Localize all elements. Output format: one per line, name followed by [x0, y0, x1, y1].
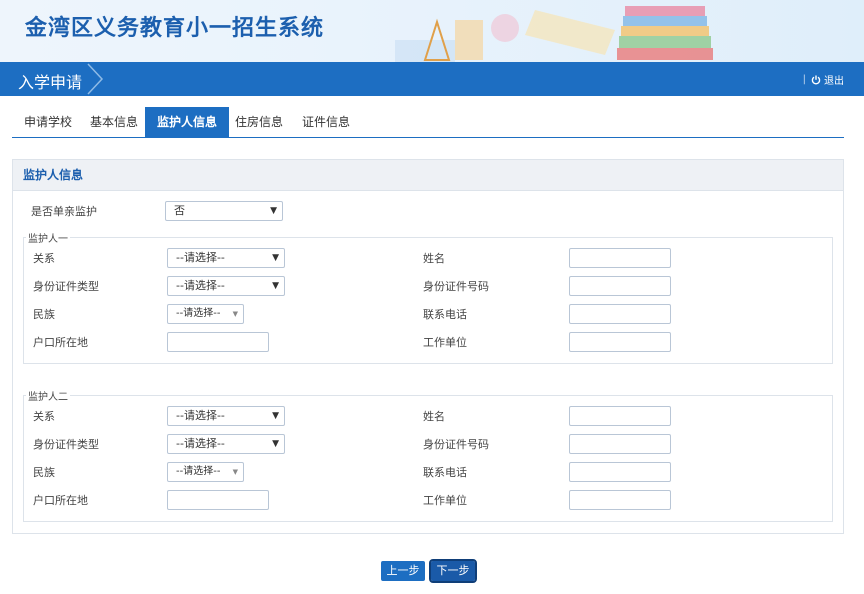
system-title: 金湾区义务教育小一招生系统 — [25, 16, 325, 41]
guardian1-idnumber-label: 身份证件号码 — [423, 280, 489, 293]
guardian2-relation-select[interactable]: --请选择-- ▼ — [167, 406, 285, 426]
banner-illustration — [395, 6, 713, 62]
guardian1-relation-value: --请选择-- — [176, 251, 225, 264]
logout-link[interactable]: | 退出 — [803, 72, 844, 87]
guardian2-relation-value: --请选择-- — [176, 409, 225, 422]
tab-bar: 申请学校 基本信息 监护人信息 住房信息 证件信息 — [12, 107, 844, 138]
guardian1-ethnicity-select[interactable]: --请选择-- ▼ — [167, 304, 244, 324]
chevron-down-icon: ▼ — [272, 253, 279, 263]
guardian2-phone-label: 联系电话 — [423, 466, 467, 479]
guardian2-employer-label: 工作单位 — [423, 494, 467, 507]
guardian2-idtype-select[interactable]: --请选择-- ▼ — [167, 434, 285, 454]
guardian2-ethnicity-label: 民族 — [33, 466, 55, 479]
guardian1-phone-label: 联系电话 — [423, 308, 467, 321]
logout-separator: | — [802, 74, 806, 85]
guardian2-legend: 监护人二 — [28, 392, 68, 403]
guardian1-employer-input[interactable] — [569, 332, 671, 352]
guardian2-relation-label: 关系 — [33, 410, 55, 423]
chevron-down-icon: ▼ — [272, 411, 279, 421]
guardian2-hukou-label: 户口所在地 — [33, 494, 88, 507]
panel-title: 监护人信息 — [13, 160, 843, 191]
guardian1-relation-label: 关系 — [33, 252, 55, 265]
guardian2-hukou-input[interactable] — [167, 490, 269, 510]
guardian2-name-label: 姓名 — [423, 410, 445, 423]
guardian1-idtype-value: --请选择-- — [176, 279, 225, 292]
tab-basic-info[interactable]: 基本信息 — [78, 107, 150, 137]
section-title: 入学申请 — [18, 73, 83, 92]
header-banner: 金湾区义务教育小一招生系统 — [0, 0, 864, 62]
chevron-down-icon: ▼ — [272, 281, 279, 291]
guardian1-hukou-label: 户口所在地 — [33, 336, 88, 349]
guardian1-legend: 监护人一 — [28, 234, 68, 245]
power-icon — [811, 75, 821, 84]
single-parent-value: 否 — [174, 204, 185, 217]
tab-guardian-info[interactable]: 监护人信息 — [145, 107, 230, 137]
guardian2-ethnicity-value: --请选择-- — [176, 466, 221, 477]
guardian-panel: 监护人信息 是否单亲监护 否 ▼ 监护人一 关系 --请选择-- ▼ 身份证件类… — [12, 159, 844, 534]
chevron-down-icon: ▼ — [232, 310, 238, 318]
guardian1-relation-select[interactable]: --请选择-- ▼ — [167, 248, 285, 268]
nav-bar: 入学申请 | 退出 — [0, 62, 864, 96]
guardian2-idtype-value: --请选择-- — [176, 437, 225, 450]
chevron-down-icon: ▼ — [232, 468, 238, 476]
guardian2-ethnicity-select[interactable]: --请选择-- ▼ — [167, 462, 244, 482]
guardian1-idtype-select[interactable]: --请选择-- ▼ — [167, 276, 285, 296]
guardian2-phone-input[interactable] — [569, 462, 671, 482]
chevron-down-icon: ▼ — [272, 439, 279, 449]
guardian1-ethnicity-label: 民族 — [33, 308, 55, 321]
guardian1-idtype-label: 身份证件类型 — [33, 280, 99, 293]
guardian1-employer-label: 工作单位 — [423, 336, 467, 349]
guardian1-idnumber-input[interactable] — [569, 276, 671, 296]
guardian2-employer-input[interactable] — [569, 490, 671, 510]
single-parent-select[interactable]: 否 ▼ — [165, 201, 283, 221]
tab-apply-school[interactable]: 申请学校 — [12, 107, 84, 137]
chevron-down-icon: ▼ — [270, 206, 277, 216]
single-parent-label: 是否单亲监护 — [31, 205, 97, 218]
chevron-right-icon — [87, 63, 104, 95]
guardian1-phone-input[interactable] — [569, 304, 671, 324]
guardian1-name-label: 姓名 — [423, 252, 445, 265]
guardian2-idnumber-input[interactable] — [569, 434, 671, 454]
guardian2-name-input[interactable] — [569, 406, 671, 426]
guardian1-hukou-input[interactable] — [167, 332, 269, 352]
logout-label: 退出 — [824, 76, 844, 87]
guardian1-name-input[interactable] — [569, 248, 671, 268]
guardian2-idnumber-label: 身份证件号码 — [423, 438, 489, 451]
next-step-button[interactable]: 下一步 — [429, 559, 477, 583]
prev-step-button[interactable]: 上一步 — [381, 561, 425, 581]
tab-housing-info[interactable]: 住房信息 — [223, 107, 295, 137]
guardian2-idtype-label: 身份证件类型 — [33, 438, 99, 451]
tab-certificate-info[interactable]: 证件信息 — [290, 107, 362, 137]
guardian1-ethnicity-value: --请选择-- — [176, 308, 221, 319]
